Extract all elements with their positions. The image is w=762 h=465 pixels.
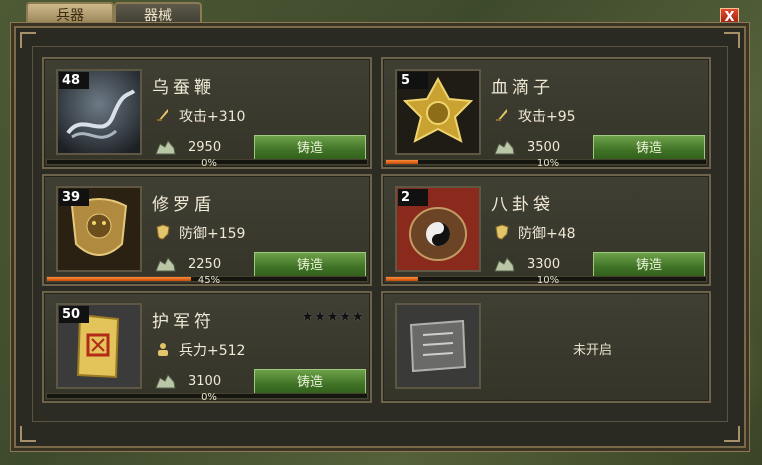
attack-stat: 攻击+95 [518,109,576,125]
progress-label: 10% [536,275,560,286]
talisman-image[interactable]: 50 [56,303,142,389]
bagua-bag-image[interactable]: 2 [395,186,481,272]
weapon-name: 修罗盾 [152,195,215,215]
troops-stat: 兵力+512 [179,343,246,359]
corner-ornament [20,426,36,442]
level-badge: 5 [398,72,428,89]
weapon-card-wucanbian: 48 乌蚕鞭 攻击+310 2950 铸造 0% [42,57,372,169]
ore-icon [494,257,515,272]
tab-weapons[interactable]: 兵器 [26,2,114,27]
close-button[interactable]: X [720,8,739,27]
corner-ornament [724,426,740,442]
weapon-card-baguadai: 2 八卦袋 防御+48 3300 铸造 10% [381,174,711,286]
weapon-name: 护军符 [152,312,215,332]
shield-image[interactable]: 39 [56,186,142,272]
sword-icon [157,109,168,121]
whip-image[interactable]: 48 [56,69,142,155]
ore-icon [155,374,176,389]
troops-icon [158,343,168,356]
locked-weapon-card: 未开启 [381,291,711,403]
sword-icon [496,109,507,121]
ore-icon [155,140,176,155]
level-badge: 48 [59,72,89,89]
locked-label: 未开启 [573,343,613,358]
forge-cost: 2950 [188,140,222,155]
weapon-card-xuedizi: 5 血滴子 攻击+95 3500 铸造 10% [381,57,711,169]
locked-item-image [395,303,481,389]
shield-icon [156,224,170,240]
weapon-name: 乌蚕鞭 [152,78,215,98]
level-badge: 2 [398,189,428,206]
forge-cost: 2250 [188,257,222,272]
weapon-name: 八卦袋 [491,195,554,215]
defense-stat: 防御+48 [518,226,576,242]
progress-label: 0% [201,158,217,169]
weapon-card-hujunfu: 50 护军符 ★★★★★ 兵力+512 3100 铸造 0% [42,291,372,403]
progress-label: 45% [197,275,221,286]
tab-machinery[interactable]: 器械 [114,2,202,27]
forge-cost: 3100 [188,374,222,389]
forge-cost: 3500 [527,140,561,155]
ore-icon [494,140,515,155]
defense-stat: 防御+159 [179,226,246,242]
level-badge: 39 [59,189,89,206]
locked-scroll-icon [397,305,479,387]
weapon-name: 血滴子 [491,78,554,98]
attack-stat: 攻击+310 [179,109,246,125]
shield-icon [495,224,509,240]
forge-cost: 3300 [527,257,561,272]
blood-drop-image[interactable]: 5 [395,69,481,155]
ore-icon [155,257,176,272]
weapon-card-xiuludun: 39 修罗盾 防御+159 2250 铸造 45% [42,174,372,286]
progress-label: 10% [536,158,560,169]
star-rating: ★★★★★ [301,309,364,325]
level-badge: 50 [59,306,89,323]
progress-label: 0% [201,392,217,403]
